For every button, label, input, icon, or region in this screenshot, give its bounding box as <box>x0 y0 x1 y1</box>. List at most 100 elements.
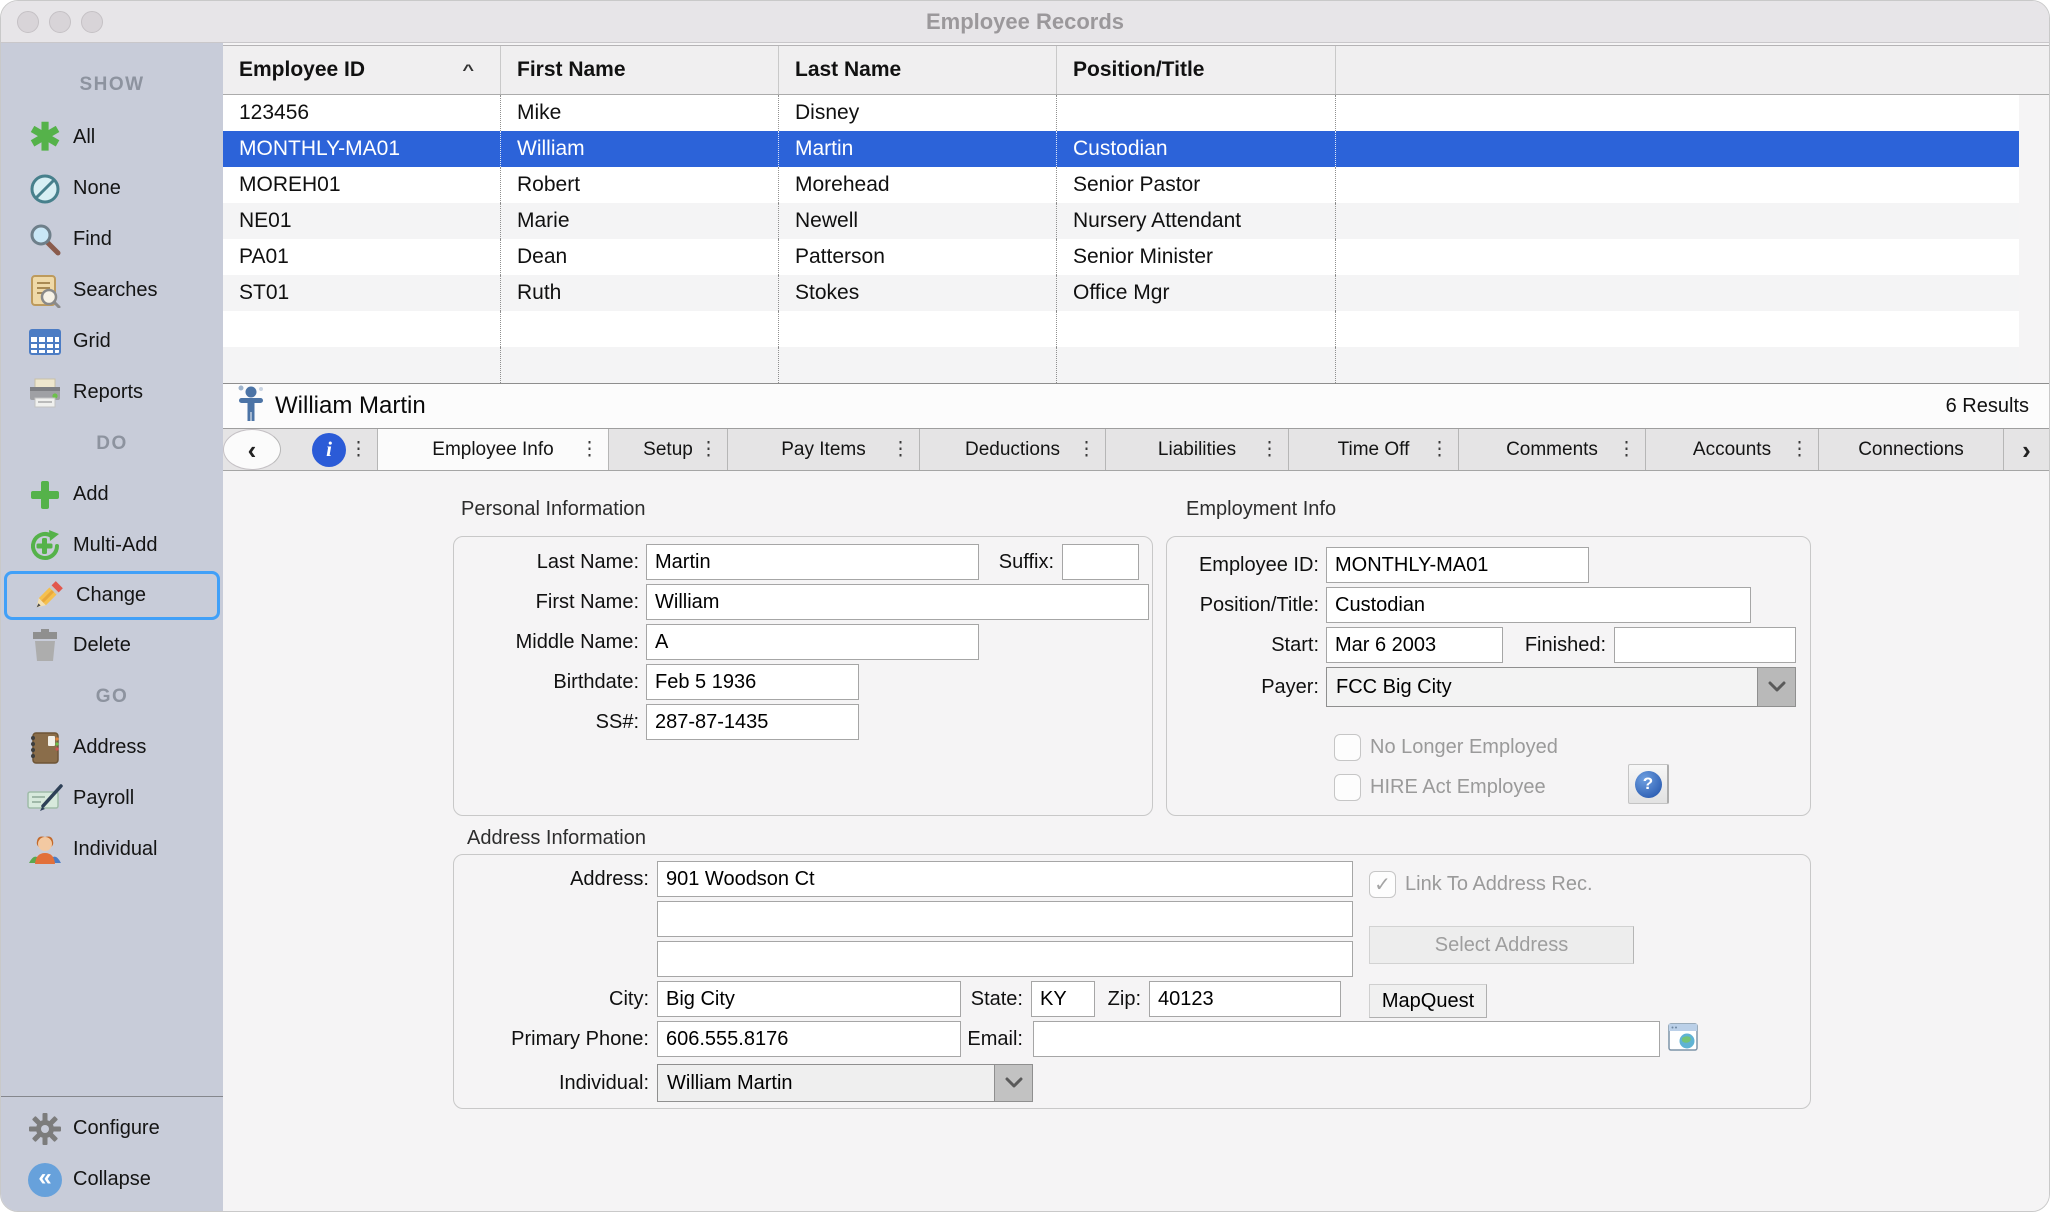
last-name-label: Last Name: <box>453 551 639 574</box>
position-title-field[interactable] <box>1326 587 1751 623</box>
tab-menu-icon[interactable]: ⋮ <box>699 438 718 461</box>
first-name-field[interactable] <box>646 584 1149 620</box>
tab-deductions[interactable]: Deductions⋮ <box>920 429 1106 470</box>
sidebar-item-address[interactable]: Address <box>1 722 223 773</box>
scroll-magnifier-icon <box>23 274 67 308</box>
sidebar-item-multi-add[interactable]: Multi-Add <box>1 520 223 571</box>
table-row[interactable]: NE01 Marie Newell Nursery Attendant <box>223 203 2019 239</box>
suffix-label: Suffix: <box>979 551 1054 574</box>
sidebar: SHOW ✱ All None Find Searches <box>1 43 223 1211</box>
column-header-last-name[interactable]: Last Name <box>779 46 1057 94</box>
tab-comments[interactable]: Comments⋮ <box>1459 429 1646 470</box>
table-row-selected[interactable]: MONTHLY-MA01 William Martin Custodian <box>223 131 2019 167</box>
web-globe-icon[interactable] <box>1668 1023 1698 1056</box>
select-address-button[interactable]: Select Address <box>1369 926 1634 964</box>
sidebar-item-configure[interactable]: Configure <box>1 1103 223 1154</box>
asterisk-icon: ✱ <box>23 115 67 160</box>
middle-name-field[interactable] <box>646 624 979 660</box>
finished-date-field[interactable] <box>1614 627 1796 663</box>
address-label: Address: <box>453 868 649 891</box>
tab-employee-info[interactable]: Employee Info⋮ <box>378 429 609 470</box>
birthdate-field[interactable] <box>646 664 859 700</box>
employee-id-field[interactable] <box>1326 547 1589 583</box>
sidebar-item-none[interactable]: None <box>1 163 223 214</box>
sidebar-item-add[interactable]: Add <box>1 469 223 520</box>
sidebar-item-grid[interactable]: Grid <box>1 316 223 367</box>
tab-setup[interactable]: Setup⋮ <box>609 429 728 470</box>
check-pen-icon <box>23 784 67 814</box>
payer-label: Payer: <box>1174 676 1319 699</box>
sidebar-item-delete[interactable]: Delete <box>1 620 223 671</box>
payer-dropdown[interactable]: FCC Big City <box>1326 667 1796 707</box>
start-date-field[interactable] <box>1326 627 1503 663</box>
tab-connections[interactable]: Connections <box>1819 429 2004 470</box>
tabs-scroll-right-button[interactable]: › <box>2004 429 2049 470</box>
ssn-field[interactable] <box>646 704 859 740</box>
position-title-label: Position/Title: <box>1174 594 1319 617</box>
email-field[interactable] <box>1033 1021 1660 1057</box>
table-row[interactable]: MOREH01 Robert Morehead Senior Pastor <box>223 167 2019 203</box>
tab-menu-icon[interactable]: ⋮ <box>1617 438 1636 461</box>
column-header-first-name[interactable]: First Name <box>501 46 779 94</box>
help-icon: ? <box>1635 771 1662 798</box>
sidebar-item-payroll[interactable]: Payroll <box>1 773 223 824</box>
tab-menu-icon[interactable]: ⋮ <box>580 438 599 461</box>
sidebar-section-do: DO <box>1 418 223 469</box>
tab-menu-icon[interactable]: ⋮ <box>1077 438 1096 461</box>
tab-menu-icon[interactable]: ⋮ <box>1430 438 1449 461</box>
primary-phone-field[interactable] <box>657 1021 961 1057</box>
no-longer-employed-label: No Longer Employed <box>1370 736 1558 759</box>
mapquest-button[interactable]: MapQuest <box>1369 984 1487 1018</box>
person-group-icon <box>23 833 67 867</box>
state-field[interactable] <box>1031 981 1095 1017</box>
start-date-label: Start: <box>1174 634 1319 657</box>
sidebar-item-find[interactable]: Find <box>1 214 223 265</box>
tabs-scroll-left-button[interactable]: ‹ <box>223 429 281 470</box>
close-window-icon[interactable] <box>17 11 39 33</box>
chevron-down-icon <box>1757 668 1795 706</box>
tab-menu-icon[interactable]: ⋮ <box>349 438 368 461</box>
first-name-label: First Name: <box>453 591 639 614</box>
individual-dropdown[interactable]: William Martin <box>657 1064 1033 1102</box>
column-header-employee-id[interactable]: Employee ID ^ <box>223 46 501 94</box>
sidebar-item-all[interactable]: ✱ All <box>1 112 223 163</box>
table-row[interactable]: ST01 Ruth Stokes Office Mgr <box>223 275 2019 311</box>
address-line1-field[interactable] <box>657 861 1353 897</box>
tab-pay-items[interactable]: Pay Items⋮ <box>728 429 920 470</box>
hire-act-checkbox[interactable] <box>1334 774 1361 801</box>
zoom-window-icon[interactable] <box>81 11 103 33</box>
tab-menu-icon[interactable]: ⋮ <box>1260 438 1279 461</box>
zip-field[interactable] <box>1149 981 1341 1017</box>
minimize-window-icon[interactable] <box>49 11 71 33</box>
link-address-label: Link To Address Rec. <box>1405 873 1593 896</box>
tab-time-off[interactable]: Time Off⋮ <box>1289 429 1459 470</box>
column-header-position[interactable]: Position/Title <box>1057 46 1336 94</box>
trash-icon <box>23 629 67 663</box>
suffix-field[interactable] <box>1062 544 1139 580</box>
no-longer-employed-checkbox[interactable] <box>1334 734 1361 761</box>
table-row[interactable]: 123456 Mike Disney <box>223 95 2019 131</box>
link-address-checkbox[interactable]: ✓ <box>1369 871 1396 898</box>
title-bar: Employee Records <box>1 1 2049 43</box>
last-name-field[interactable] <box>646 544 979 580</box>
city-field[interactable] <box>657 981 961 1017</box>
sidebar-item-change[interactable]: Change <box>4 571 220 620</box>
zip-label: Zip: <box>1095 988 1141 1011</box>
table-row[interactable]: PA01 Dean Patterson Senior Minister <box>223 239 2019 275</box>
pencil-icon <box>26 578 70 614</box>
address-line3-field[interactable] <box>657 941 1353 977</box>
sidebar-footer: Configure « Collapse <box>1 1096 223 1205</box>
tab-record-info[interactable]: i ⋮ <box>281 429 378 470</box>
tab-menu-icon[interactable]: ⋮ <box>891 438 910 461</box>
address-line2-field[interactable] <box>657 901 1353 937</box>
finished-date-label: Finished: <box>1503 634 1606 657</box>
employee-table: 123456 Mike Disney MONTHLY-MA01 William … <box>223 95 2019 383</box>
sidebar-item-collapse[interactable]: « Collapse <box>1 1154 223 1205</box>
hire-act-help-button[interactable]: ? <box>1628 764 1669 804</box>
sidebar-item-reports[interactable]: Reports <box>1 367 223 418</box>
tab-menu-icon[interactable]: ⋮ <box>1790 438 1809 461</box>
tab-liabilities[interactable]: Liabilities⋮ <box>1106 429 1289 470</box>
sidebar-item-individual[interactable]: Individual <box>1 824 223 875</box>
sidebar-item-searches[interactable]: Searches <box>1 265 223 316</box>
tab-accounts[interactable]: Accounts⋮ <box>1646 429 1819 470</box>
